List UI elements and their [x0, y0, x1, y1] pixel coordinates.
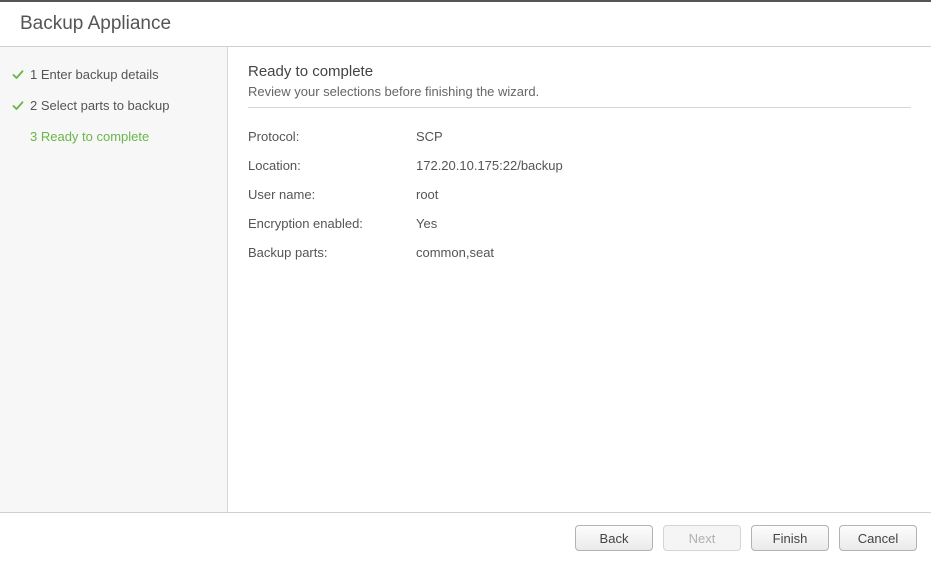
cancel-button[interactable]: Cancel — [839, 525, 917, 551]
summary-row-location: Location: 172.20.10.175:22/backup — [248, 151, 911, 180]
check-icon — [10, 100, 26, 112]
summary-label: Backup parts: — [248, 245, 416, 260]
page-title: Backup Appliance — [0, 2, 931, 46]
check-icon — [10, 69, 26, 81]
wizard-footer: Back Next Finish Cancel — [0, 512, 931, 563]
summary-row-protocol: Protocol: SCP — [248, 122, 911, 151]
summary-row-username: User name: root — [248, 180, 911, 209]
summary-value: 172.20.10.175:22/backup — [416, 158, 563, 173]
wizard-container: Backup Appliance 1 Enter backup details … — [0, 0, 931, 563]
main-content: Ready to complete Review your selections… — [228, 47, 931, 512]
summary-row-encryption: Encryption enabled: Yes — [248, 209, 911, 238]
sidebar-item-select-parts[interactable]: 2 Select parts to backup — [0, 90, 227, 121]
sidebar-item-label: 3 Ready to complete — [30, 129, 149, 144]
summary-value: common,seat — [416, 245, 494, 260]
sidebar-item-label: 2 Select parts to backup — [30, 98, 169, 113]
summary-value: Yes — [416, 216, 437, 231]
sidebar-item-label: 1 Enter backup details — [30, 67, 159, 82]
summary-label: User name: — [248, 187, 416, 202]
sidebar-item-ready-to-complete[interactable]: 3 Ready to complete — [0, 121, 227, 152]
summary-value: SCP — [416, 129, 443, 144]
wizard-body: 1 Enter backup details 2 Select parts to… — [0, 46, 931, 512]
sidebar: 1 Enter backup details 2 Select parts to… — [0, 47, 228, 512]
sidebar-item-enter-backup-details[interactable]: 1 Enter backup details — [0, 59, 227, 90]
next-button: Next — [663, 525, 741, 551]
summary-row-backup-parts: Backup parts: common,seat — [248, 238, 911, 267]
summary-label: Encryption enabled: — [248, 216, 416, 231]
step-subtext: Review your selections before finishing … — [248, 84, 911, 108]
back-button[interactable]: Back — [575, 525, 653, 551]
step-heading: Ready to complete — [248, 63, 911, 80]
summary-label: Protocol: — [248, 129, 416, 144]
finish-button[interactable]: Finish — [751, 525, 829, 551]
summary-label: Location: — [248, 158, 416, 173]
summary-value: root — [416, 187, 438, 202]
